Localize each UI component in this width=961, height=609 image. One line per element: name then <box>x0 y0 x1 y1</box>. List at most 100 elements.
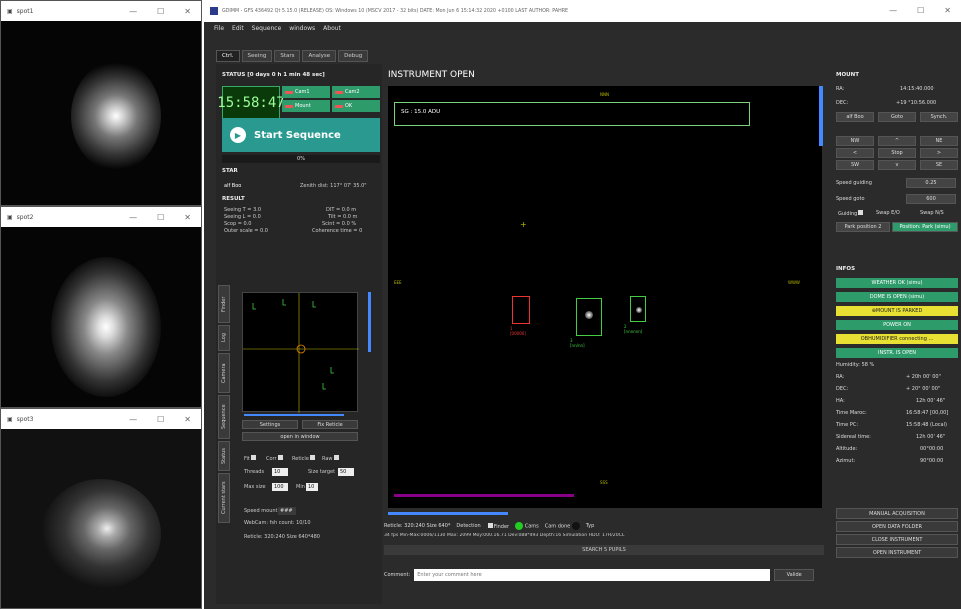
max-size-input[interactable]: 100 <box>272 483 288 491</box>
dir-e-button[interactable]: > <box>920 148 958 158</box>
comment-input[interactable] <box>414 569 771 581</box>
min-input[interactable]: 10 <box>306 483 318 491</box>
speed-goto-label: Speed goto <box>836 196 865 202</box>
speed-guiding-select[interactable]: 0.25 <box>906 178 956 188</box>
tab-seeing[interactable]: Seeing <box>241 50 273 62</box>
spot3-titlebar[interactable]: ▣ spot3 — ☐ ✕ <box>1 409 201 429</box>
dir-nw-button[interactable]: NW <box>836 136 874 146</box>
ra-value: 14:15:40.000 <box>900 86 934 92</box>
tab-status[interactable]: Status <box>218 441 230 471</box>
raw-checkbox[interactable]: Raw <box>322 455 340 462</box>
tab-analyse[interactable]: Analyse <box>302 50 337 62</box>
corr-checkbox[interactable]: Corr <box>266 455 284 462</box>
maximize-icon[interactable]: ☐ <box>157 213 164 222</box>
spot2-titlebar[interactable]: ▣ spot2 — ☐ ✕ <box>1 207 201 227</box>
close-instrument-button[interactable]: CLOSE INSTRUMENT <box>836 534 958 545</box>
readout-label: Altitude: <box>836 446 858 452</box>
synch-button[interactable]: Synch. <box>920 112 958 122</box>
tab-log[interactable]: Log <box>218 325 230 351</box>
tab-camera[interactable]: Camera <box>218 353 230 393</box>
maximize-icon[interactable]: ☐ <box>917 6 924 15</box>
menu-file[interactable]: File <box>214 25 224 32</box>
minimize-icon[interactable]: — <box>129 213 137 222</box>
scrollbar[interactable] <box>368 292 371 352</box>
close-icon[interactable]: ✕ <box>184 415 191 424</box>
cam1-button[interactable]: Cam1 <box>282 86 330 98</box>
tab-current-stars[interactable]: Current stars <box>218 473 230 523</box>
menu-edit[interactable]: Edit <box>232 25 244 32</box>
fix-reticle-button[interactable]: Fix Reticle <box>302 420 358 429</box>
maximize-icon[interactable]: ☐ <box>157 415 164 424</box>
compass-east: EEE <box>394 280 402 285</box>
horizontal-scrollbar[interactable] <box>244 414 344 416</box>
dir-s-button[interactable]: v <box>878 160 916 170</box>
settings-button[interactable]: Settings <box>242 420 298 429</box>
speed-mount-select[interactable]: ### <box>278 507 296 515</box>
stop-button[interactable]: Stop <box>878 148 916 158</box>
swap-eo-checkbox[interactable]: Swap E/O <box>876 210 900 216</box>
start-sequence-button[interactable]: ▶ Start Sequence <box>222 118 380 152</box>
speed-goto-select[interactable]: 600 <box>906 194 956 204</box>
park-position-button[interactable]: Park position 2 <box>836 222 890 232</box>
minimize-icon[interactable]: — <box>129 7 137 16</box>
main-titlebar[interactable]: GDIMM - GFS 436492 Qt 5.15.0 (RELEASE) O… <box>204 0 961 22</box>
tab-stars[interactable]: Stars <box>274 50 301 62</box>
manual-acquisition-button[interactable]: MANUAL ACQUISITION <box>836 508 958 519</box>
dir-ne-button[interactable]: NE <box>920 136 958 146</box>
threads-label: Threads <box>244 469 265 475</box>
compass-north: NNN <box>600 92 609 97</box>
readout-label: RA: <box>836 374 845 380</box>
instrument-h-scrollbar[interactable] <box>388 512 508 515</box>
size-target-input[interactable]: 50 <box>338 468 354 476</box>
window-title: spot2 <box>16 213 34 221</box>
ok-button[interactable]: OK <box>332 100 380 112</box>
spot1-titlebar[interactable]: ▣ spot1 — ☐ ✕ <box>1 1 201 21</box>
finder-scope <box>242 292 359 413</box>
threads-input[interactable]: 10 <box>272 468 288 476</box>
result-value: Outer scale = 0.0 <box>224 228 268 234</box>
menu-sequence[interactable]: Sequence <box>252 25 282 32</box>
tab-sequence[interactable]: Sequence <box>218 395 230 439</box>
cam2-button[interactable]: Cam2 <box>332 86 380 98</box>
result-value: DIT = 0.0 m <box>326 207 357 213</box>
dir-w-button[interactable]: < <box>836 148 874 158</box>
dir-se-button[interactable]: SE <box>920 160 958 170</box>
open-instrument-button[interactable]: OPEN INSTRUMENT <box>836 547 958 558</box>
menu-windows[interactable]: windows <box>289 25 315 32</box>
reticle-checkbox[interactable]: Reticle <box>292 455 316 462</box>
valide-button[interactable]: Valide <box>774 569 815 581</box>
speed-guiding-label: Speed guiding <box>836 180 872 186</box>
open-in-window-button[interactable]: open in window <box>242 432 358 441</box>
readout-label: Time Maroc: <box>836 410 867 416</box>
reticle-readout: Reticle: 320:240 Size 640* <box>384 523 451 529</box>
fit-checkbox[interactable]: Fit <box>244 455 257 462</box>
readout-value: 00°00:00 <box>920 446 944 452</box>
finder-checkbox[interactable]: Finder <box>487 522 509 530</box>
typ-select[interactable]: Typ <box>586 523 594 529</box>
minimize-icon[interactable]: — <box>889 6 897 15</box>
tab-finder[interactable]: Finder <box>218 285 230 323</box>
maximize-icon[interactable]: ☐ <box>157 7 164 16</box>
tab-debug[interactable]: Debug <box>338 50 369 62</box>
signal-box: SG : 15.0 ADU <box>394 102 750 126</box>
minimize-icon[interactable]: — <box>129 415 137 424</box>
open-data-folder-button[interactable]: OPEN DATA FOLDER <box>836 521 958 532</box>
close-icon[interactable]: ✕ <box>184 7 191 16</box>
camera-icon: ▣ <box>7 7 13 15</box>
mount-button[interactable]: Mount <box>282 100 330 112</box>
guiding-checkbox[interactable]: Guiding <box>838 210 864 217</box>
dir-sw-button[interactable]: SW <box>836 160 874 170</box>
instrument-scrollbar[interactable] <box>819 86 823 146</box>
reticle-marker: + <box>520 220 527 229</box>
close-icon[interactable]: ✕ <box>944 6 951 15</box>
search-pupils-button[interactable]: SEARCH 5 PUPILS <box>384 545 824 555</box>
park-status[interactable]: Position: Park (simu) <box>892 222 958 232</box>
close-icon[interactable]: ✕ <box>184 213 191 222</box>
target-select[interactable]: alf Boo <box>836 112 874 122</box>
comment-row: Comment: Valide <box>384 568 824 582</box>
goto-button[interactable]: Goto <box>878 112 916 122</box>
swap-ns-checkbox[interactable]: Swap N/S <box>920 210 944 216</box>
tab-ctrl[interactable]: Ctrl. <box>216 50 240 62</box>
dir-n-button[interactable]: ^ <box>878 136 916 146</box>
menu-about[interactable]: About <box>323 25 341 32</box>
